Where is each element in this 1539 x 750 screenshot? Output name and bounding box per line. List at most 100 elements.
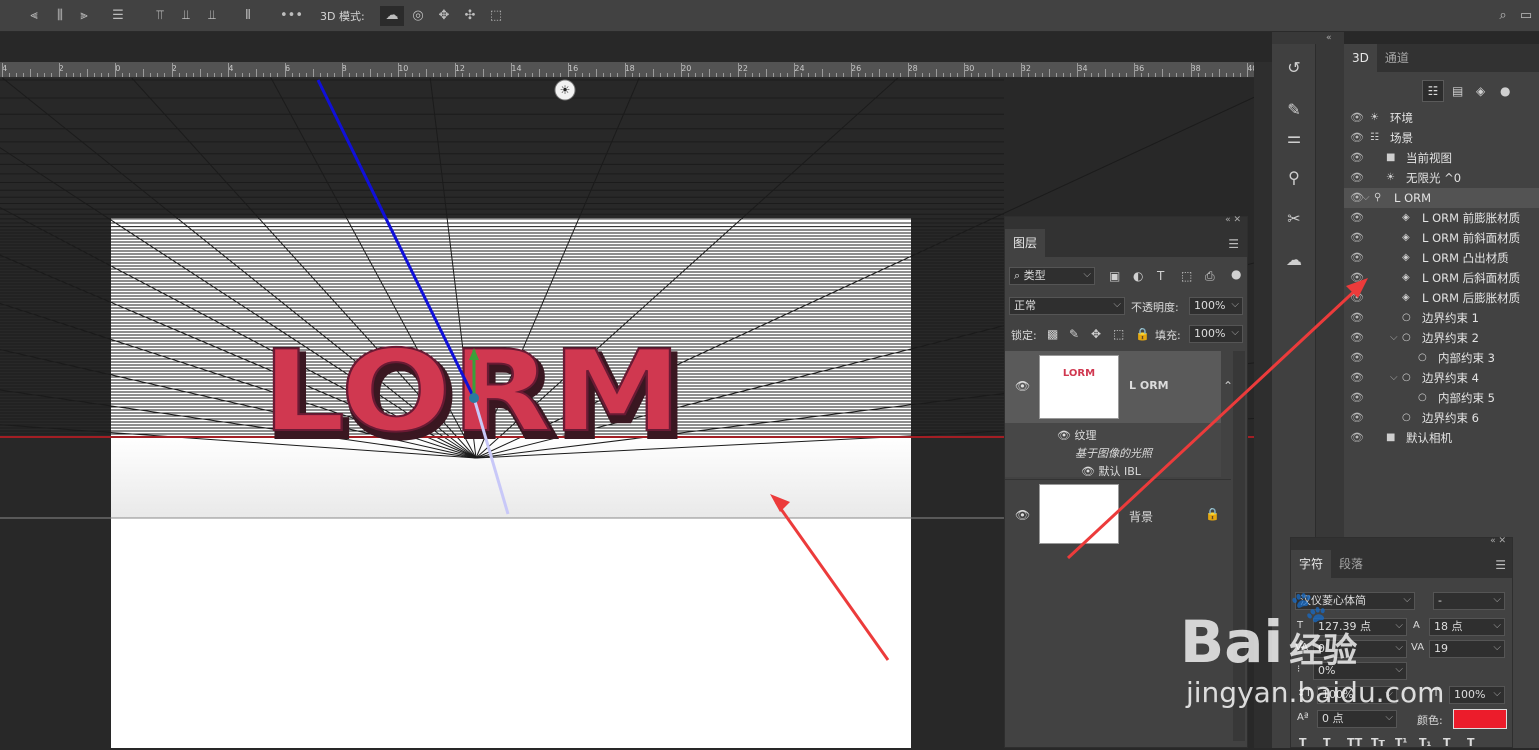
scene-row[interactable]: 👁 ◈ L ORM 凸出材质	[1344, 248, 1539, 268]
tab-3d[interactable]: 3D	[1344, 44, 1377, 72]
text-style-button[interactable]: Tт	[1371, 736, 1385, 749]
text-style-button[interactable]: TT	[1347, 736, 1362, 749]
clone-source-icon[interactable]: ⚲	[1282, 166, 1306, 190]
scene-item-icon: ◈	[1402, 272, 1410, 283]
leading-icon: A	[1413, 620, 1420, 631]
pan-3d-icon[interactable]: ✥	[434, 6, 454, 26]
tab-channels[interactable]: 通道	[1377, 44, 1417, 72]
scene-item-label: L ORM	[1394, 191, 1432, 205]
watermark-url: jingyan.baidu.com	[1186, 676, 1445, 709]
scene-row[interactable]: 👁 ■ 当前视图	[1344, 148, 1539, 168]
lock-label: 锁定:	[1011, 329, 1037, 342]
annotation-arrow-2	[1066, 278, 1368, 560]
scene-row[interactable]: 👁 ☀ 无限光 ^0	[1344, 168, 1539, 188]
distribute-icon[interactable]: ☰	[108, 6, 128, 26]
ruler-label: 28	[907, 64, 918, 73]
scene-row[interactable]: 👁 ☷ 场景	[1344, 128, 1539, 148]
scene-row[interactable]: 👁 ☀ 环境	[1344, 108, 1539, 128]
scene-item-label: 内部约束 3	[1438, 351, 1495, 365]
roll-3d-icon[interactable]: ◎	[408, 6, 428, 26]
scene-row[interactable]: 👁 ◈ L ORM 前膨胀材质	[1344, 208, 1539, 228]
scene-item-label: 场景	[1390, 131, 1413, 145]
horizontal-ruler: 420246810121416182022242628303234363840	[0, 62, 1254, 78]
font-style-select[interactable]: -	[1433, 592, 1505, 610]
char-menu-icon[interactable]: ☰	[1495, 558, 1506, 572]
expand-caret-icon[interactable]: ⌵	[1362, 188, 1370, 208]
material-filter-icon[interactable]: ◈	[1476, 84, 1485, 98]
search-icon[interactable]: ⌕	[1493, 6, 1513, 26]
scene-item-icon: ○	[1402, 332, 1411, 343]
panel-menu-icon[interactable]: ☰	[1228, 237, 1239, 251]
tracking-select[interactable]: 19	[1429, 640, 1505, 658]
scene-item-icon: ☀	[1386, 172, 1395, 183]
visibility-eye-icon[interactable]: 👁	[1350, 148, 1364, 168]
scale-3d-icon[interactable]: ⬚	[486, 6, 506, 26]
text-style-button[interactable]: T	[1443, 736, 1451, 749]
scene-row[interactable]: 👁 ⌵ ⚲ L ORM	[1344, 188, 1539, 208]
logo-text: Bai	[1180, 608, 1284, 676]
align-left-icon[interactable]: ⫷	[24, 6, 44, 26]
visibility-eye-icon[interactable]: 👁	[1350, 208, 1364, 228]
light-filter-icon[interactable]: ●	[1500, 84, 1510, 98]
adjust-icon[interactable]: ⚌	[1282, 126, 1306, 150]
scene-item-label: L ORM 前膨胀材质	[1422, 211, 1521, 225]
more-icon[interactable]: •••	[280, 6, 303, 26]
ruler-label: 16	[568, 64, 579, 73]
brush-icon[interactable]: ✎	[1282, 98, 1306, 122]
libraries-icon[interactable]: ☁	[1282, 248, 1306, 272]
align-top-icon[interactable]: ⫪	[150, 6, 170, 26]
leading-input[interactable]: 18 点	[1429, 618, 1505, 636]
visibility-eye-icon[interactable]: 👁	[1350, 228, 1364, 248]
tab-paragraph[interactable]: 段落	[1331, 550, 1371, 578]
mesh-filter-icon[interactable]: ▤	[1452, 84, 1463, 98]
horizontal-scale-input[interactable]: 100%	[1449, 686, 1505, 704]
align-right-icon[interactable]: ⫸	[74, 6, 94, 26]
close-panel-icon[interactable]: « ✕	[1225, 215, 1241, 225]
ruler-label: 22	[737, 64, 748, 73]
ruler-label: 38	[1190, 64, 1201, 73]
bg-visibility-eye-icon[interactable]: 👁	[1015, 508, 1030, 522]
visibility-eye-icon[interactable]: 👁	[1350, 168, 1364, 188]
tab-character[interactable]: 字符	[1291, 550, 1332, 578]
tab-layers[interactable]: 图层	[1005, 229, 1046, 257]
visibility-eye-icon[interactable]: 👁	[1350, 248, 1364, 268]
scene-item-icon: ⚲	[1374, 192, 1382, 203]
visibility-eye-icon[interactable]: 👁	[1015, 379, 1030, 393]
tool-presets-icon[interactable]: ✂	[1282, 207, 1306, 231]
search-icon: ⌕	[1014, 269, 1024, 282]
text-style-button[interactable]: T¹	[1395, 736, 1407, 749]
expand-caret-icon[interactable]: ⌵	[1390, 328, 1398, 348]
scene-item-icon: ○	[1418, 352, 1427, 363]
scene-item-icon: ◈	[1402, 292, 1410, 303]
scene-item-icon: ○	[1402, 372, 1411, 383]
visibility-eye-icon[interactable]: 👁	[1350, 128, 1364, 148]
history-icon[interactable]: ↺	[1282, 56, 1306, 80]
light-widget-icon: ☀	[560, 83, 571, 97]
scene-item-label: 当前视图	[1406, 151, 1452, 165]
align-bottom-icon[interactable]: ⫫	[202, 6, 222, 26]
slide-3d-icon[interactable]: ✣	[460, 6, 480, 26]
visibility-eye-icon[interactable]: 👁	[1350, 108, 1364, 128]
scene-item-label: L ORM 后膨胀材质	[1422, 291, 1521, 305]
expand-caret-icon[interactable]: ⌵	[1390, 368, 1398, 388]
text-color-swatch[interactable]	[1453, 709, 1507, 729]
align-hcenter-icon[interactable]: ⫼	[50, 6, 70, 26]
workspace-icon[interactable]: ▭	[1516, 6, 1536, 26]
text-style-button[interactable]: T₁	[1419, 736, 1431, 749]
orbit-3d-icon[interactable]: ☁	[380, 6, 404, 26]
scene-row[interactable]: 👁 ◈ L ORM 前斜面材质	[1344, 228, 1539, 248]
ruler-label: 10	[398, 64, 409, 73]
lock-transparent-icon[interactable]: ▩	[1047, 327, 1058, 341]
close-char-icon[interactable]: « ✕	[1490, 536, 1506, 546]
mode3d-label: 3D 模式:	[320, 10, 365, 23]
distribute-v-icon[interactable]: ⦀	[238, 6, 258, 26]
text-style-button[interactable]: T	[1467, 736, 1475, 749]
scene-filter-icon[interactable]: ☷	[1422, 80, 1444, 102]
ruler-label: 36	[1134, 64, 1145, 73]
scene-item-label: 内部约束 5	[1438, 391, 1495, 405]
text-style-button[interactable]: T	[1323, 736, 1331, 749]
text-style-button[interactable]: T	[1299, 736, 1307, 749]
align-vcenter-icon[interactable]: ⫫	[176, 6, 196, 26]
collapse-icon[interactable]: «	[1326, 33, 1332, 43]
baseline-input[interactable]: 0 点	[1317, 710, 1397, 728]
